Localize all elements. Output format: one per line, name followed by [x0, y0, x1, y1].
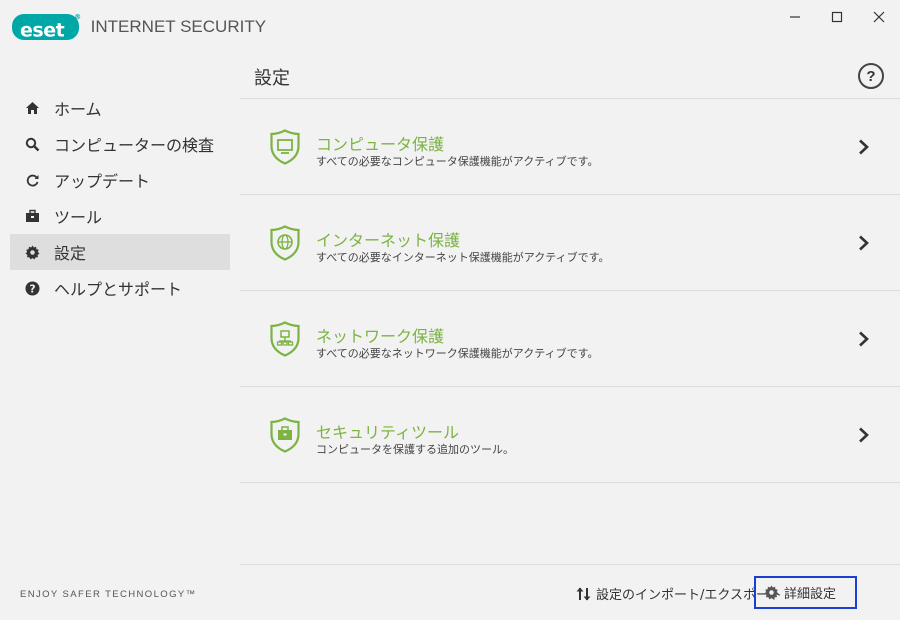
sidebar-item-home[interactable]: ホーム	[10, 90, 230, 126]
card-computer-protection[interactable]: コンピュータ保護 すべての必要なコンピュータ保護機能がアクティブです。	[240, 99, 900, 195]
advanced-settings-label: 詳細設定	[784, 587, 837, 602]
help-icon: ?	[24, 280, 40, 296]
close-icon	[873, 11, 885, 23]
sidebar-item-tools[interactable]: ツール	[10, 198, 230, 234]
gear-icon	[24, 244, 40, 260]
settings-cards: コンピュータ保護 すべての必要なコンピュータ保護機能がアクティブです。 インター…	[240, 98, 900, 483]
search-icon	[24, 136, 40, 152]
logo-registered-mark: ®	[74, 13, 81, 21]
help-button[interactable]: ?	[858, 63, 884, 89]
shield-network-icon	[270, 321, 300, 357]
svg-text:?: ?	[29, 283, 35, 295]
sidebar-item-update[interactable]: アップデート	[10, 162, 230, 198]
card-description: コンピュータを保護する追加のツール。	[316, 443, 514, 456]
shield-toolbox-icon	[270, 417, 300, 453]
minimize-button[interactable]	[774, 0, 816, 34]
shield-globe-icon	[270, 225, 300, 261]
chevron-right-icon	[859, 331, 869, 347]
sidebar-item-label: ヘルプとサポート	[54, 280, 183, 299]
sidebar-item-scan[interactable]: コンピューターの検査	[10, 126, 230, 162]
refresh-icon	[24, 172, 40, 188]
card-internet-protection[interactable]: インターネット保護 すべての必要なインターネット保護機能がアクティブです。	[240, 195, 900, 291]
help-button-label: ?	[866, 67, 876, 85]
page-title: 設定	[254, 68, 290, 89]
maximize-icon	[831, 11, 843, 23]
sidebar: ホーム コンピューターの検査 アップデート ツール 設定 ? ヘルプとサポート …	[0, 56, 240, 620]
close-button[interactable]	[858, 0, 900, 34]
minimize-icon	[790, 16, 800, 18]
app-window: eset ® INTERNET SECURITY ホーム コンピューターの検査 ア…	[0, 0, 900, 620]
window-controls	[774, 0, 900, 34]
sidebar-item-label: ホーム	[54, 100, 102, 119]
chevron-right-icon	[859, 139, 869, 155]
sidebar-item-label: コンピューターの検査	[54, 136, 215, 155]
product-name: INTERNET SECURITY	[90, 17, 267, 36]
card-title: コンピュータ保護	[316, 135, 445, 154]
card-title: セキュリティツール	[316, 423, 460, 442]
sidebar-nav: ホーム コンピューターの検査 アップデート ツール 設定 ? ヘルプとサポート	[0, 90, 240, 306]
card-title: ネットワーク保護	[316, 327, 445, 346]
maximize-button[interactable]	[816, 0, 858, 34]
card-description: すべての必要なネットワーク保護機能がアクティブです。	[316, 347, 599, 360]
card-security-tools[interactable]: セキュリティツール コンピュータを保護する追加のツール。	[240, 387, 900, 483]
import-export-link[interactable]: 設定のインポート/エクスポート	[576, 584, 782, 603]
sidebar-item-label: 設定	[54, 244, 87, 263]
card-network-protection[interactable]: ネットワーク保護 すべての必要なネットワーク保護機能がアクティブです。	[240, 291, 900, 387]
sidebar-item-settings[interactable]: 設定	[10, 234, 230, 270]
import-export-icon	[576, 587, 591, 601]
footer: 設定のインポート/エクスポート 詳細設定	[240, 564, 900, 620]
card-title: インターネット保護	[316, 231, 461, 250]
eset-logo: eset ®	[12, 13, 81, 42]
toolbox-icon	[24, 208, 40, 224]
shield-monitor-icon	[270, 129, 300, 165]
gear-icon	[764, 585, 779, 600]
sidebar-item-help[interactable]: ? ヘルプとサポート	[10, 270, 230, 306]
logo-text: eset	[20, 19, 65, 42]
sidebar-item-label: アップデート	[54, 172, 151, 191]
chevron-right-icon	[859, 427, 869, 443]
card-description: すべての必要なコンピュータ保護機能がアクティブです。	[316, 155, 599, 168]
card-description: すべての必要なインターネット保護機能がアクティブです。	[316, 251, 610, 264]
advanced-settings-button[interactable]: 詳細設定	[754, 576, 857, 609]
home-icon	[24, 100, 40, 116]
chevron-right-icon	[859, 235, 869, 251]
sidebar-item-label: ツール	[54, 208, 103, 227]
app-logo: eset ® INTERNET SECURITY	[12, 13, 267, 42]
tagline: ENJOY SAFER TECHNOLOGY™	[20, 589, 197, 600]
main-panel: 設定 ? コンピュータ保護 すべての必要なコンピュータ保護機能がアクティブです。	[240, 56, 900, 620]
